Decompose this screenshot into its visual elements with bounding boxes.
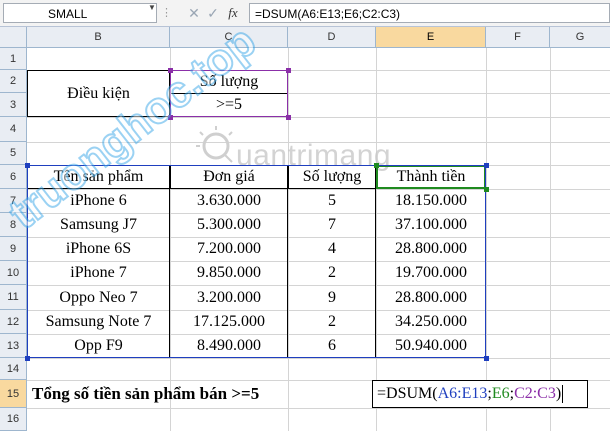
range-handle[interactable] (25, 163, 30, 168)
table-cell[interactable]: 3.200.000 (170, 285, 288, 310)
table-cell[interactable]: 18.150.000 (376, 189, 486, 213)
table-cell[interactable]: 37.100.000 (376, 213, 486, 237)
table-cell[interactable]: 8.490.000 (170, 334, 288, 358)
table-cell[interactable]: 3.630.000 (170, 189, 288, 213)
grid-line (27, 358, 610, 359)
row-header-15[interactable]: 15 (0, 380, 27, 408)
column-header-f[interactable]: F (486, 27, 550, 47)
row-header-5[interactable]: 5 (0, 142, 27, 165)
range-handle[interactable] (286, 115, 291, 120)
table-cell[interactable]: iPhone 6S (27, 237, 170, 261)
column-headers: B C D E F G (0, 27, 610, 48)
column-header-e[interactable]: E (376, 27, 486, 47)
table-cell[interactable]: 4 (288, 237, 376, 261)
range-handle[interactable] (286, 68, 291, 73)
column-header-b[interactable]: B (27, 27, 170, 47)
select-all-corner[interactable] (0, 27, 27, 47)
table-cell[interactable]: 2 (288, 310, 376, 334)
enter-icon[interactable]: ✓ (204, 4, 222, 22)
row-header-4[interactable]: 4 (0, 117, 27, 142)
row-header-3[interactable]: 3 (0, 93, 27, 117)
table-cell[interactable]: 2 (288, 261, 376, 285)
formula-ref-table: A6:E13 (437, 385, 488, 402)
row-header-9[interactable]: 9 (0, 237, 27, 261)
text-cursor (562, 385, 564, 403)
table-cell[interactable]: 34.250.000 (376, 310, 486, 334)
row-header-13[interactable]: 13 (0, 334, 27, 358)
table-cell[interactable]: 19.700.000 (376, 261, 486, 285)
range-handle[interactable] (25, 356, 30, 361)
grid-line (27, 408, 610, 409)
table-cell[interactable]: 9 (288, 285, 376, 310)
table-cell[interactable]: 50.940.000 (376, 334, 486, 358)
formula-part: ) (555, 385, 562, 402)
active-cell-editor[interactable]: =DSUM(A6:E13; E6; C2:C3) (372, 380, 588, 408)
row-header-14[interactable]: 14 (0, 358, 27, 380)
table-cell[interactable]: 7.200.000 (170, 237, 288, 261)
range-handle[interactable] (484, 163, 489, 168)
row-header-12[interactable]: 12 (0, 310, 27, 334)
table-cell[interactable]: 5 (288, 189, 376, 213)
table-cell[interactable]: 6 (288, 334, 376, 358)
formula-bar: SMALL ▼ ⋮ ✕ ✓ fx =DSUM(A6:E13;E6;C2:C3) (0, 0, 610, 27)
row-header-11[interactable]: 11 (0, 285, 27, 310)
formula-ref-criteria: C2:C3 (514, 385, 556, 402)
table-cell[interactable]: 9.850.000 (170, 261, 288, 285)
formula-ref-field: E6 (491, 385, 510, 402)
table-cell[interactable]: 28.800.000 (376, 285, 486, 310)
row-header-1[interactable]: 1 (0, 48, 27, 70)
splitter-handle-icon[interactable]: ⋮ (161, 6, 173, 19)
table-cell[interactable]: Samsung Note 7 (27, 310, 170, 334)
chevron-down-icon[interactable]: ▼ (148, 3, 156, 12)
grid-line (550, 48, 551, 431)
column-header-g[interactable]: G (550, 27, 610, 47)
table-cell[interactable]: 7 (288, 213, 376, 237)
range-handle[interactable] (374, 163, 379, 168)
table-cell[interactable]: iPhone 7 (27, 261, 170, 285)
cancel-icon[interactable]: ✕ (185, 4, 203, 22)
name-box[interactable]: SMALL (3, 3, 157, 23)
formula-part: =DSUM( (377, 385, 438, 402)
table-cell[interactable]: 17.125.000 (170, 310, 288, 334)
grid-line (486, 48, 487, 431)
table-cell[interactable]: 5.300.000 (170, 213, 288, 237)
table-cell[interactable]: 28.800.000 (376, 237, 486, 261)
formula-input[interactable]: =DSUM(A6:E13;E6;C2:C3) (249, 3, 610, 23)
range-handle[interactable] (484, 356, 489, 361)
row-header-16[interactable]: 16 (0, 408, 27, 431)
row-header-2[interactable]: 2 (0, 70, 27, 93)
table-cell[interactable]: Oppo Neo 7 (27, 285, 170, 310)
column-header-d[interactable]: D (288, 27, 376, 47)
table-cell[interactable]: Opp F9 (27, 334, 170, 358)
row-header-10[interactable]: 10 (0, 261, 27, 285)
range-handle[interactable] (484, 187, 489, 192)
total-label[interactable]: Tổng số tiền sản phẩm bán >=5 (32, 380, 372, 408)
